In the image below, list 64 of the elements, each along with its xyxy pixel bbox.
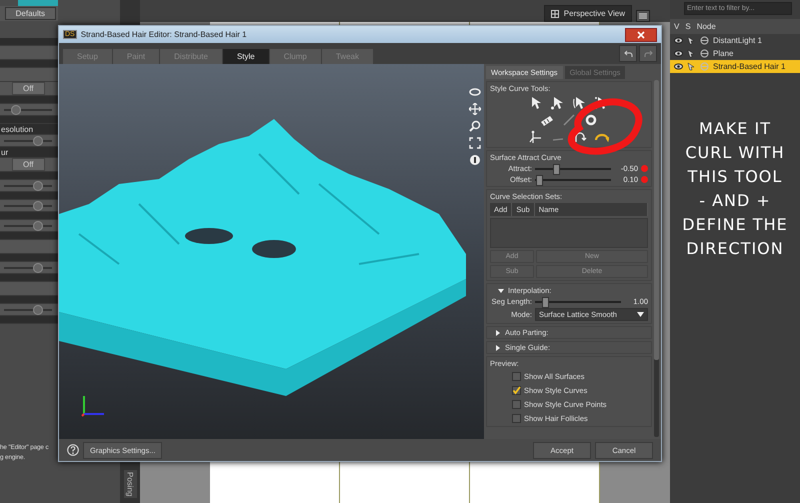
property-label: ur xyxy=(0,147,58,158)
column-header: Node xyxy=(696,22,716,31)
slider-handle[interactable] xyxy=(32,304,43,314)
axis-gizmo-icon xyxy=(81,395,105,417)
node-icon xyxy=(700,49,709,58)
checkbox[interactable] xyxy=(512,400,521,408)
scene-node-row[interactable]: Plane xyxy=(670,47,800,60)
toggle-button[interactable]: Off xyxy=(12,82,45,95)
annotation-text: MAKE IT CURL WITH THIS TOOL - AND + DEFINE THE DIRECTION xyxy=(681,118,789,260)
slider-handle[interactable] xyxy=(32,136,43,146)
node-icon xyxy=(700,62,709,71)
property-label: esolution xyxy=(0,124,58,135)
slider-handle[interactable] xyxy=(32,180,43,190)
help-icon[interactable] xyxy=(67,444,79,456)
window-title: Strand-Based Hair Editor: Strand-Based Hair 1 xyxy=(80,30,248,39)
slider-handle[interactable] xyxy=(32,200,43,210)
eye-icon[interactable] xyxy=(674,36,683,45)
curl-arrow-icon[interactable] xyxy=(573,130,587,144)
zoom-icon[interactable] xyxy=(469,120,481,132)
slider-handle[interactable] xyxy=(536,174,543,186)
checkbox[interactable] xyxy=(512,386,521,394)
preset-dropdown[interactable]: Defaults xyxy=(0,6,58,21)
scene-node-row[interactable]: Strand-Based Hair 1 xyxy=(670,60,800,73)
close-icon xyxy=(637,30,645,38)
redo-icon xyxy=(644,50,652,58)
editor-tab[interactable]: Style xyxy=(222,49,269,64)
close-button[interactable] xyxy=(625,28,657,42)
undo-icon xyxy=(624,50,632,58)
view-dropdown[interactable]: Perspective View xyxy=(544,5,632,22)
scrollbar[interactable] xyxy=(654,80,659,437)
orbit-icon[interactable] xyxy=(469,86,481,98)
undo-button[interactable] xyxy=(619,45,637,62)
select-cursor-icon[interactable] xyxy=(551,96,565,110)
viewport-3d[interactable] xyxy=(59,64,484,439)
select-cursor-icon[interactable] xyxy=(529,96,543,110)
menu-icon[interactable] xyxy=(636,10,650,22)
grid-icon xyxy=(550,10,559,18)
slider-handle[interactable] xyxy=(542,296,550,308)
column-header: S xyxy=(685,22,691,31)
posing-tab[interactable]: Posing xyxy=(124,470,136,498)
column-header: V xyxy=(674,22,680,31)
scene-node-row[interactable]: DistantLight 1 xyxy=(670,34,800,47)
slider-handle[interactable] xyxy=(32,262,43,272)
node-icon xyxy=(700,36,709,45)
collapsed-arrow-icon[interactable] xyxy=(495,344,501,350)
select-cursor-icon[interactable] xyxy=(573,96,587,110)
redo-button[interactable] xyxy=(639,45,657,62)
defaults-button[interactable]: Defaults xyxy=(4,7,56,20)
comb-icon[interactable] xyxy=(540,113,554,127)
frame-icon[interactable] xyxy=(469,137,481,149)
checkbox[interactable] xyxy=(512,372,521,380)
eye-icon[interactable] xyxy=(674,62,683,71)
checkbox[interactable] xyxy=(512,414,521,422)
pan-icon[interactable] xyxy=(469,103,481,115)
dropdown-arrow-icon xyxy=(637,312,644,317)
eye-icon[interactable] xyxy=(674,49,683,58)
slider-handle[interactable] xyxy=(32,220,43,230)
collapsed-arrow-icon[interactable] xyxy=(495,330,501,336)
slider-handle[interactable] xyxy=(11,104,21,114)
reset-icon[interactable] xyxy=(469,154,481,166)
toggle-button[interactable]: Off xyxy=(12,158,45,171)
expanded-arrow-icon[interactable] xyxy=(498,288,504,294)
axis-icon[interactable] xyxy=(529,130,543,144)
slider-handle[interactable] xyxy=(553,164,560,174)
